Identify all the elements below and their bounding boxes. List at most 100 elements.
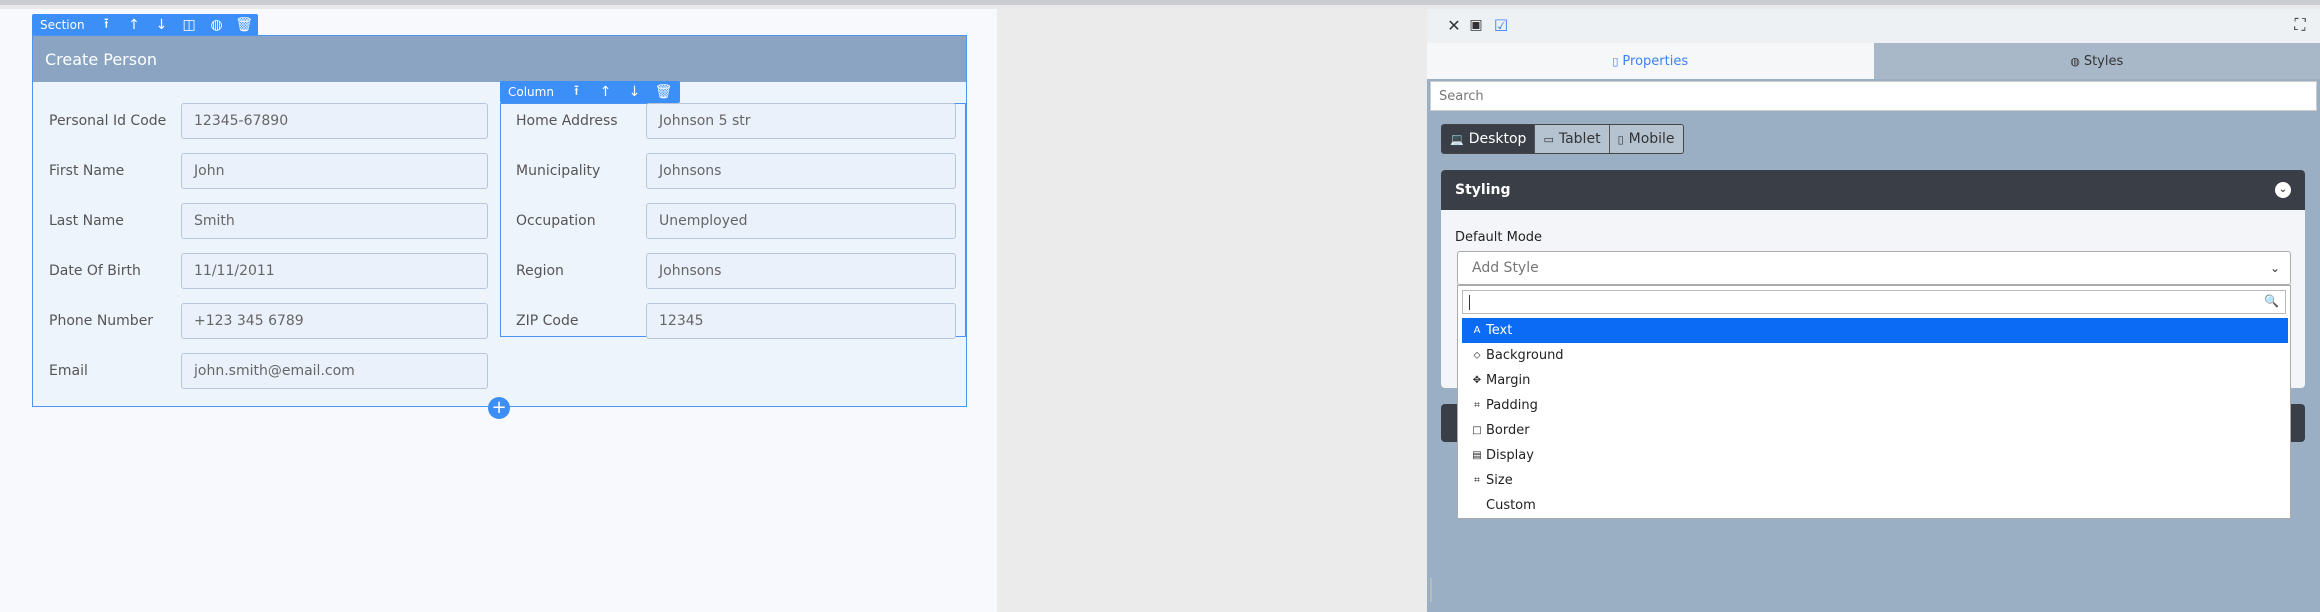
field-input[interactable]: john.smith@email.com [181,353,488,389]
form-field-row: ZIP Code 12345 [516,303,956,339]
form-field-row: Personal Id Code 12345-67890 [49,103,489,139]
form-field-row: First Name John [49,153,489,189]
device-desktop-button[interactable]: 💻 Desktop [1442,125,1536,153]
style-option[interactable]: ⌗ Padding [1462,393,2288,418]
field-input[interactable]: Johnson 5 str [646,103,956,139]
column-toolbar-label: Column [508,85,554,99]
fullscreen-icon[interactable]: ⛶ [2289,14,2311,36]
arrow-down-icon[interactable]: ↓ [620,81,649,103]
tablet-icon: ▭ [1543,132,1554,146]
dropdown-search-input[interactable]: 🔍 [1462,290,2286,314]
mobile-icon: ▯ [1617,132,1624,146]
tab-properties-label: Properties [1622,53,1689,69]
chevron-down-icon[interactable]: ⌄ [2275,182,2291,198]
device-mobile-button[interactable]: ▯ Mobile [1609,125,1683,153]
text-icon: A [1473,325,1481,336]
panel-tabs: ▯ Properties ◍ Styles [1427,43,2320,79]
field-input[interactable]: Johnsons [646,253,956,289]
panel-top-bar: ✕ ▣ ☑ ⛶ [1427,9,2320,43]
field-input[interactable]: +123 345 6789 [181,303,488,339]
device-mobile-label: Mobile [1628,131,1675,147]
field-label: Home Address [516,113,618,129]
field-input[interactable]: 12345-67890 [181,103,488,139]
display-icon: ▤ [1472,450,1482,461]
style-options-list: 🔍 A Text ⬦ Background ✥ Margin ⌗ Padding □ Border… [1457,285,2291,519]
arrow-up-icon[interactable]: ↑ [591,81,620,103]
field-label: Email [49,363,88,379]
style-option-label: Border [1486,423,1530,438]
style-option[interactable]: □ Border [1462,418,2288,443]
trash-icon[interactable]: 🗑 [649,81,678,103]
form-field-row: Date Of Birth 11/11/2011 [49,253,489,289]
form-field-row: Municipality Johnsons [516,153,956,189]
arrow-down-icon[interactable]: ↓ [148,14,176,36]
form-field-row: Occupation Unemployed [516,203,956,239]
style-option-label: Padding [1486,398,1538,413]
size-icon: ⌗ [1474,475,1480,486]
check-icon[interactable]: ☑ [1490,14,1512,36]
section-toolbar-label: Section [40,18,85,32]
chevron-down-icon: ⌄ [2269,261,2280,275]
form-field-row: Region Johnsons [516,253,956,289]
laptop-icon: 💻 [1450,132,1464,146]
tab-properties[interactable]: ▯ Properties [1427,43,1874,79]
field-input[interactable]: 12345 [646,303,956,339]
style-option-label: Display [1486,448,1534,463]
palette-icon: ◍ [2070,54,2080,68]
tab-styles[interactable]: ◍ Styles [1873,43,2320,79]
style-icon[interactable]: ◍ [203,14,231,36]
field-input[interactable]: John [181,153,488,189]
field-input[interactable]: Johnsons [646,153,956,189]
style-option[interactable]: A Text [1462,318,2288,343]
form-field-row: Email john.smith@email.com [49,353,489,389]
padding-icon: ⌗ [1474,400,1480,411]
device-switcher: 💻 Desktop ▭ Tablet ▯ Mobile [1441,124,1684,154]
move-icon: ✥ [1472,375,1482,386]
panel-search-input[interactable]: Search [1430,81,2317,111]
field-input[interactable]: Smith [181,203,488,239]
form-field-row: Home Address Johnson 5 str [516,103,956,139]
close-icon[interactable]: ✕ [1443,14,1465,36]
field-input[interactable]: 11/11/2011 [181,253,488,289]
search-icon: 🔍 [2264,294,2279,308]
style-option[interactable]: ⌗ Size [1462,468,2288,493]
move-up-icon[interactable]: ⭱ [93,14,121,36]
style-option[interactable]: Custom [1462,493,2288,518]
field-label: Municipality [516,163,601,179]
add-style-select: Add Style ⌄ 🔍 A Text ⬦ Background ✥ Margin ⌗ Pa… [1457,251,2291,519]
styling-title: Styling [1455,182,1511,198]
default-mode-label: Default Mode [1455,230,1543,245]
canvas-gutter [997,9,1427,612]
style-option-label: Size [1486,473,1513,488]
panel-resize-handle[interactable] [1430,578,1436,602]
field-label: Date Of Birth [49,263,141,279]
field-label: Occupation [516,213,596,229]
field-label: Last Name [49,213,124,229]
save-icon[interactable]: ▣ [1465,14,1487,36]
device-desktop-label: Desktop [1468,131,1527,147]
window-top-bar [0,0,2320,5]
style-option[interactable]: ▤ Display [1462,443,2288,468]
field-label: Phone Number [49,313,154,329]
add-block-button[interactable]: + [488,397,510,419]
border-icon: □ [1472,425,1482,436]
style-option-label: Margin [1486,373,1531,388]
text-caret [1469,295,1470,310]
columns-icon[interactable]: ◫ [175,14,203,36]
section-toolbar: Section ⭱ ↑ ↓ ◫ ◍ 🗑 [32,14,258,36]
styling-header[interactable]: Styling ⌄ [1441,170,2305,210]
field-label: ZIP Code [516,313,579,329]
style-option[interactable]: ⬦ Background [1462,343,2288,368]
trash-icon[interactable]: 🗑 [230,14,258,36]
bucket-icon: ⬦ [1473,350,1481,361]
move-up-icon[interactable]: ⭱ [562,81,591,103]
document-icon: ▯ [1612,54,1619,68]
style-option[interactable]: ✥ Margin [1462,368,2288,393]
device-tablet-label: Tablet [1558,131,1601,147]
field-label: Region [516,263,564,279]
add-style-dropdown[interactable]: Add Style ⌄ [1457,251,2291,285]
field-input[interactable]: Unemployed [646,203,956,239]
device-tablet-button[interactable]: ▭ Tablet [1535,125,1610,153]
arrow-up-icon[interactable]: ↑ [120,14,148,36]
field-label: First Name [49,163,125,179]
